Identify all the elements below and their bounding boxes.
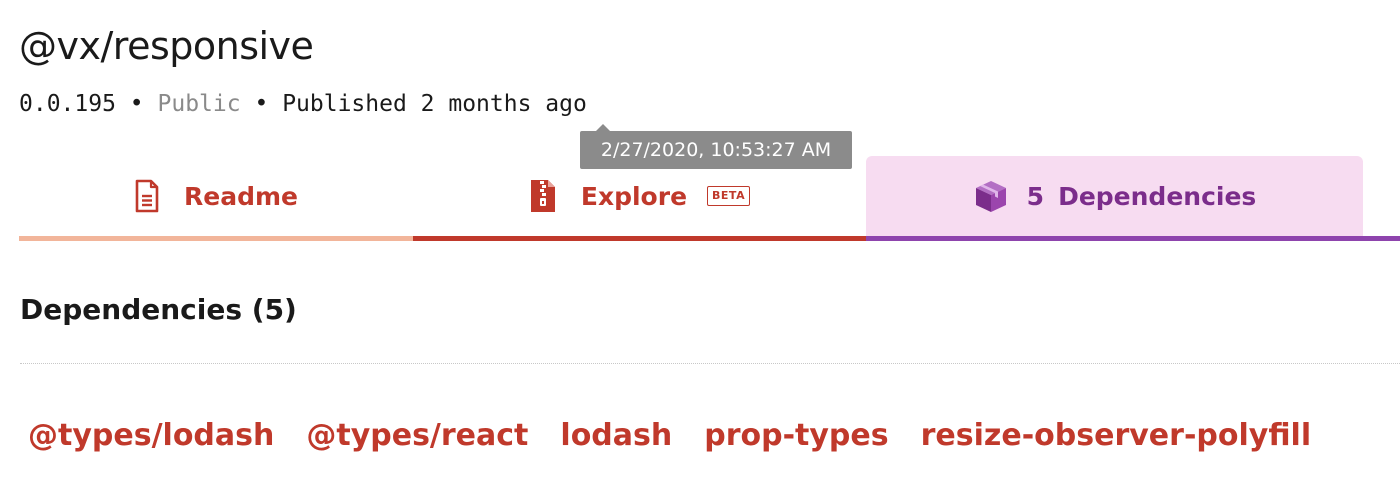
tab-explore-underline xyxy=(413,236,866,241)
tab-dependencies[interactable]: 5 Dependencies xyxy=(866,156,1363,236)
dependency-list: @types/lodash @types/react lodash prop-t… xyxy=(28,414,1311,458)
package-published: Published 2 months ago xyxy=(282,91,587,117)
dependency-link[interactable]: @types/react xyxy=(306,418,528,453)
meta-separator: • xyxy=(129,91,144,117)
tab-readme-underline xyxy=(19,236,413,241)
package-box-icon xyxy=(973,178,1009,214)
zip-file-icon xyxy=(529,178,557,214)
package-visibility: Public xyxy=(157,91,241,117)
tab-explore-label: Explore xyxy=(580,181,688,211)
tab-dependencies-label: Dependencies xyxy=(1058,181,1257,211)
list-item: prop-types xyxy=(704,414,888,458)
tab-readme-label: Readme xyxy=(184,181,298,211)
beta-badge: BETA xyxy=(707,186,751,206)
package-meta: 0.0.195 • Public • Published 2 months ag… xyxy=(19,86,587,122)
meta-separator: • xyxy=(254,91,269,117)
dependency-link[interactable]: lodash xyxy=(560,418,672,453)
list-item: lodash xyxy=(560,414,672,458)
list-item: @types/lodash xyxy=(28,414,274,458)
dependency-link[interactable]: @types/lodash xyxy=(28,418,274,453)
document-icon xyxy=(134,179,160,213)
list-item: @types/react xyxy=(306,414,528,458)
publish-date-tooltip: 2/27/2020, 10:53:27 AM xyxy=(580,124,852,169)
package-title: @vx/responsive xyxy=(19,24,314,68)
dependency-count: 5 xyxy=(1026,181,1045,211)
dependencies-heading: Dependencies (5) xyxy=(20,293,297,326)
package-version: 0.0.195 xyxy=(19,91,116,117)
dependency-link[interactable]: prop-types xyxy=(704,418,888,453)
dependency-link[interactable]: resize-observer-polyfill xyxy=(921,418,1312,453)
section-divider xyxy=(20,363,1400,364)
tab-dependencies-underline xyxy=(866,236,1400,241)
tab-readme[interactable]: Readme xyxy=(19,156,413,236)
list-item: resize-observer-polyfill xyxy=(921,414,1312,458)
